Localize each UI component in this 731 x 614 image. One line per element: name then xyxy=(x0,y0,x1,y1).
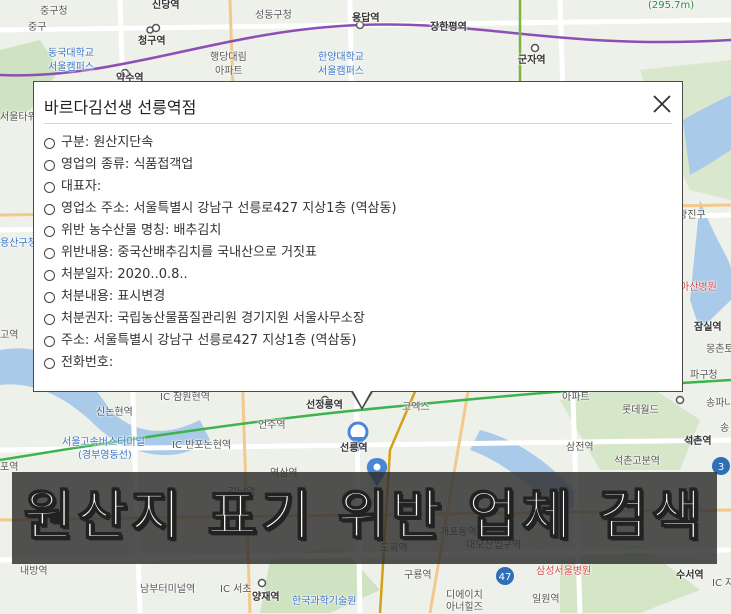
map-place-label: 서울고속버스터미널 xyxy=(62,437,145,448)
info-item-authority: 처분권자: 국립농산물품질관리원 경기지원 서울사무소장 xyxy=(44,308,397,330)
map-place-label: 몽촌토 xyxy=(706,344,731,355)
info-item-text: 영업의 종류: 식품접객업 xyxy=(61,157,194,172)
map-place-label: (295.7m) xyxy=(648,0,695,11)
info-item-representative: 대표자: xyxy=(44,176,397,198)
banner-title: 원산지 표기 위반 업체 검색 xyxy=(23,483,706,548)
map-place-label: 남부터미널역 xyxy=(140,584,196,595)
map-place-label: 신논현역 xyxy=(96,407,133,418)
popup-title: 바르다김선생 선릉역점 xyxy=(44,98,197,117)
circle-bullet-icon xyxy=(44,291,55,303)
map-place-label: 성동구청 xyxy=(255,10,292,21)
circle-bullet-icon xyxy=(44,181,55,193)
map-place-label: 서울타워 xyxy=(0,112,37,123)
map-place-label: IC 서초 xyxy=(220,584,252,595)
map-place-label: IC 반포논현역 xyxy=(172,440,232,451)
close-button[interactable] xyxy=(650,92,674,116)
map-place-label: (경부영동선) xyxy=(78,450,132,461)
popup-divider xyxy=(44,123,672,124)
map-place-label: 아산병원 xyxy=(680,282,717,293)
map-place-label: 롯데월드 xyxy=(622,405,659,416)
info-item-text: 처분내용: 표시변경 xyxy=(61,289,166,304)
info-item-text: 주소: 서울특별시 강남구 선릉로427 지상1층 (역삼동) xyxy=(61,333,357,348)
info-item-disposition-date: 처분일자: 2020..0.8.. xyxy=(44,264,397,286)
info-item-business-type: 영업의 종류: 식품접객업 xyxy=(44,154,397,176)
map-place-label: 서울캠퍼스 xyxy=(48,62,94,73)
map-place-label: 송파나 xyxy=(706,398,731,409)
map-place-label: 일원역 xyxy=(532,594,560,605)
map-place-label: 청구역 xyxy=(138,36,166,47)
title-banner: 원산지 표기 위반 업체 검색 xyxy=(12,472,717,564)
map-place-label: 아파트 xyxy=(562,392,590,403)
info-item-product-name: 위반 농수산물 명칭: 배추김치 xyxy=(44,220,397,242)
map-place-label: 송 xyxy=(720,423,730,434)
map-place-label: 서울캠퍼스 xyxy=(318,66,364,77)
highway-badge: 47 xyxy=(496,567,514,585)
map-place-label: IC 자 xyxy=(712,578,731,589)
info-item-text: 영업소 주소: 서울특별시 강남구 선릉로427 지상1층 (역삼동) xyxy=(61,201,397,216)
info-item-text: 위반내용: 중국산배추김치를 국내산으로 거짓표 xyxy=(61,245,317,260)
map-place-label: 삼전역 xyxy=(566,442,594,453)
map-place-label: 고역 xyxy=(0,330,19,341)
map-place-label: 양재역 xyxy=(252,592,280,603)
circle-bullet-icon xyxy=(44,159,55,171)
map-place-label: 동국대학교 xyxy=(48,48,94,59)
circle-bullet-icon xyxy=(44,247,55,259)
map-place-label: 중구청 xyxy=(40,6,68,17)
highway-badge-label: 47 xyxy=(499,572,512,583)
map-place-label: 파구청 xyxy=(690,370,718,381)
info-popup: 바르다김선생 선릉역점 구분: 원산지단속 영업의 종류: 식품접객업 대표자:… xyxy=(33,81,683,392)
circle-bullet-icon xyxy=(44,225,55,237)
info-item-text: 대표자: xyxy=(61,179,102,194)
map-place-label: 석촌역 xyxy=(684,436,712,447)
close-icon xyxy=(653,95,671,113)
map-place-label: 코엑스 xyxy=(402,402,430,413)
circle-bullet-icon xyxy=(44,203,55,215)
highway-badge-label: 3 xyxy=(718,462,724,473)
circle-bullet-icon xyxy=(44,335,55,347)
map-place-label: 구룡역 xyxy=(404,570,432,581)
circle-bullet-icon xyxy=(44,313,55,325)
map-place-label: 아너힐즈 xyxy=(446,602,483,613)
map-place-label: 삼성서울병원 xyxy=(536,566,592,577)
info-item-text: 처분일자: 2020..0.8.. xyxy=(61,267,188,282)
map-place-label: 아파트 xyxy=(215,66,243,77)
map-place-label: 중구 xyxy=(28,22,47,33)
info-item-business-address: 영업소 주소: 서울특별시 강남구 선릉로427 지상1층 (역삼동) xyxy=(44,198,397,220)
popup-tail-inner xyxy=(352,389,372,407)
map-place-label: 한국과학기술원 xyxy=(292,596,357,607)
map-place-label: 한양대학교 xyxy=(318,52,364,63)
map-place-label: 수서역 xyxy=(676,570,704,581)
map-place-label: 석촌고분역 xyxy=(614,456,660,467)
map-place-label: 용산구청 xyxy=(0,238,37,249)
circle-bullet-icon xyxy=(44,137,55,149)
circle-bullet-icon xyxy=(44,357,55,369)
circle-bullet-icon xyxy=(44,269,55,281)
info-item-category: 구분: 원산지단속 xyxy=(44,132,397,154)
info-item-address: 주소: 서울특별시 강남구 선릉로427 지상1층 (역삼동) xyxy=(44,330,397,352)
map-place-label: 신당역 xyxy=(152,0,180,11)
map-place-label: IC 잠원현역 xyxy=(160,392,210,403)
map-place-label: 언주역 xyxy=(258,420,286,431)
map-place-label: 선릉역 xyxy=(340,443,368,454)
map-place-label: 내방역 xyxy=(20,566,48,577)
info-item-text: 처분권자: 국립농산물품질관리원 경기지원 서울사무소장 xyxy=(61,311,365,326)
map-place-label: 디에이치 xyxy=(446,590,483,601)
map-place-label: 행당대림 xyxy=(210,52,247,63)
info-item-disposition: 처분내용: 표시변경 xyxy=(44,286,397,308)
map-place-label: 용답역 xyxy=(352,13,380,24)
map-place-label: 군자역 xyxy=(518,55,546,66)
info-item-text: 전화번호: xyxy=(61,355,114,370)
info-item-text: 위반 농수산물 명칭: 배추김치 xyxy=(61,223,222,238)
info-item-text: 구분: 원산지단속 xyxy=(61,135,154,150)
map-place-label: 장한평역 xyxy=(430,22,467,33)
map-place-label: 잠실역 xyxy=(694,322,722,333)
info-item-phone: 전화번호: xyxy=(44,352,397,374)
info-item-violation: 위반내용: 중국산배추김치를 국내산으로 거짓표 xyxy=(44,242,397,264)
popup-info-list: 구분: 원산지단속 영업의 종류: 식품접객업 대표자: 영업소 주소: 서울특… xyxy=(44,132,397,374)
map-place-label: 선정릉역 xyxy=(306,400,343,411)
